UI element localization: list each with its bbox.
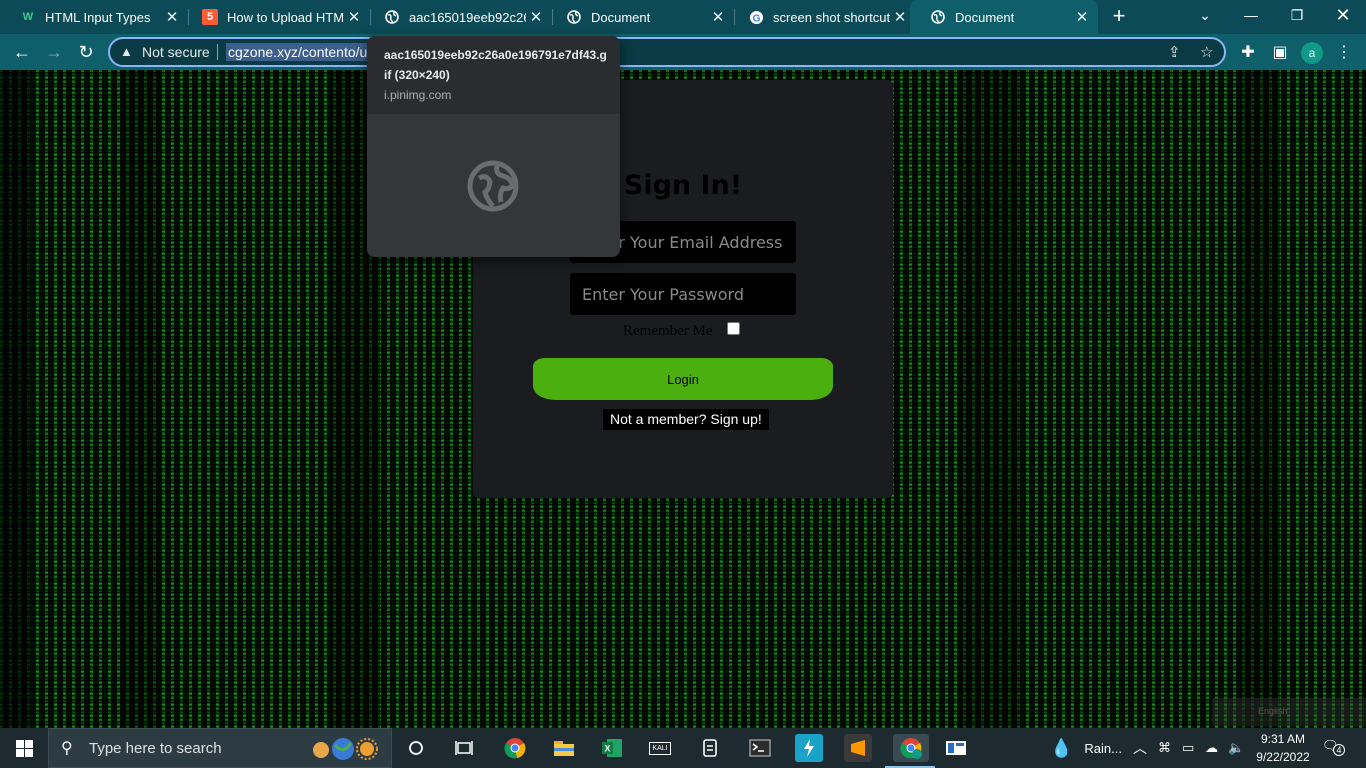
tab-title: screen shot shortcut - [773, 9, 890, 25]
task-view-icon[interactable] [450, 734, 478, 762]
new-tab-button[interactable]: + [1108, 5, 1130, 28]
svg-text:X: X [604, 744, 610, 754]
address-bar[interactable]: ▲ Not secure cgzone.xyz/contento/u ⇪ ☆ [108, 37, 1226, 67]
background-shade [120, 70, 160, 728]
start-button[interactable] [0, 728, 48, 768]
taskbar: ⚲ Type here to search X KALI 💧 Rain... ︿… [0, 728, 1366, 768]
background-shade [960, 70, 1020, 728]
rain-icon: 💧 [1050, 737, 1073, 758]
clock-time: 9:31 AM [1260, 732, 1306, 746]
system-clock[interactable]: 9:31 AM 9/22/2022 [1248, 730, 1318, 766]
close-icon[interactable]: ✕ [1072, 7, 1092, 27]
side-panel-icon[interactable]: ▣ [1268, 40, 1292, 64]
tab-title: aac165019eeb92c26a [409, 9, 526, 25]
html-icon: 5 [202, 9, 218, 25]
meet-now-icon[interactable]: ⌘ [1158, 728, 1171, 768]
kali-label: KALI [649, 741, 671, 755]
kali-icon[interactable]: KALI [646, 734, 674, 762]
profile-avatar[interactable]: a [1301, 42, 1323, 64]
notification-count: 4 [1333, 744, 1345, 756]
search-icon: ⚲ [61, 740, 73, 757]
close-icon[interactable]: ✕ [890, 7, 910, 27]
forward-button[interactable]: → [41, 39, 67, 65]
remember-me-label: Remember Me [623, 323, 713, 339]
globe-icon [467, 160, 519, 212]
tab-title: HTML Input Types [45, 9, 151, 25]
w-icon: W [22, 11, 34, 23]
security-label[interactable]: Not secure [142, 44, 210, 60]
tab-document-1[interactable]: Document ✕ [546, 0, 734, 34]
reload-button[interactable]: ↻ [73, 39, 99, 65]
app-icon[interactable] [696, 734, 724, 762]
file-explorer-icon[interactable] [550, 734, 578, 762]
extensions-icon[interactable]: ✚ [1236, 40, 1260, 64]
close-icon[interactable]: ✕ [526, 7, 546, 27]
notifications-button[interactable]: 🗨 4 [1322, 738, 1345, 758]
network-icon[interactable]: ▭ [1182, 728, 1194, 768]
tab-title: How to Upload HTML [227, 9, 344, 25]
search-highlight-icon [313, 738, 378, 760]
weather-widget[interactable]: 💧 Rain... [1050, 728, 1122, 768]
tab-screenshot-shortcut[interactable]: G screen shot shortcut - ✕ [728, 0, 916, 34]
globe-icon [566, 9, 582, 25]
google-icon: G [748, 9, 764, 25]
tab-hover-card: aac165019eeb92c26a0e196791e7df43.gif (32… [367, 36, 620, 257]
taskbar-search-box[interactable]: ⚲ Type here to search [48, 728, 392, 768]
sublime-text-icon[interactable] [844, 734, 872, 762]
language-label: English [1258, 706, 1288, 716]
tab-search-button[interactable]: ⌄ [1182, 0, 1228, 30]
globe-icon [384, 9, 400, 25]
volume-icon[interactable]: 🔈 [1228, 728, 1244, 768]
menu-icon[interactable]: ⋮ [1332, 40, 1356, 64]
hover-card-header: aac165019eeb92c26a0e196791e7df43.gif (32… [367, 36, 620, 114]
power-automate-icon[interactable] [795, 734, 823, 762]
chrome-icon[interactable] [501, 734, 529, 762]
hover-card-preview [367, 114, 620, 257]
language-badge: English [1212, 698, 1366, 726]
chrome-profile-icon[interactable] [893, 734, 929, 762]
tab-title: Document [591, 9, 651, 25]
warning-icon: ▲ [120, 44, 133, 59]
url-text[interactable]: cgzone.xyz/contento/u [226, 43, 370, 61]
remember-me-checkbox[interactable] [727, 322, 740, 335]
weather-text: Rain... [1084, 740, 1122, 756]
browser-toolbar: ← → ↻ ▲ Not secure cgzone.xyz/contento/u… [0, 34, 1366, 70]
hover-card-host: i.pinimg.com [384, 88, 452, 102]
bookmark-star-icon[interactable]: ☆ [1200, 43, 1213, 61]
close-icon[interactable]: ✕ [344, 7, 364, 27]
terminal-icon[interactable] [746, 734, 774, 762]
background-shade [1240, 70, 1280, 728]
page-content: Sign In! Remember Me Login Not a member?… [0, 70, 1366, 728]
tab-how-to-upload[interactable]: 5 How to Upload HTML ✕ [182, 0, 370, 34]
tab-gif-image[interactable]: aac165019eeb92c26a ✕ [364, 0, 552, 34]
share-icon[interactable]: ⇪ [1168, 43, 1181, 61]
close-icon[interactable]: ✕ [708, 7, 728, 27]
tab-strip: W HTML Input Types ✕ 5 How to Upload HTM… [0, 0, 1366, 34]
clock-date: 9/22/2022 [1256, 750, 1310, 764]
hover-card-title: aac165019eeb92c26a0e196791e7df43.gif (32… [384, 48, 607, 82]
tab-document-2[interactable]: Document ✕ [910, 0, 1098, 34]
window-icon[interactable] [942, 734, 970, 762]
tab-title: Document [955, 9, 1015, 25]
password-input[interactable] [570, 273, 796, 315]
onedrive-icon[interactable]: ☁ [1205, 728, 1218, 768]
address-divider [217, 44, 218, 60]
cortana-icon[interactable] [402, 734, 430, 762]
close-window-button[interactable]: ✕ [1320, 0, 1366, 30]
minimize-button[interactable]: — [1228, 0, 1274, 30]
signup-link[interactable]: Not a member? Sign up! [603, 409, 769, 430]
tab-html-input-types[interactable]: W HTML Input Types ✕ [0, 0, 188, 34]
globe-icon [930, 9, 946, 25]
close-icon[interactable]: ✕ [162, 7, 182, 27]
svg-text:G: G [752, 13, 760, 24]
windows-icon [15, 739, 33, 757]
search-placeholder: Type here to search [89, 739, 222, 757]
login-button[interactable]: Login [533, 358, 833, 400]
back-button[interactable]: ← [9, 39, 35, 65]
excel-icon[interactable]: X [598, 734, 626, 762]
show-hidden-icons-button[interactable]: ︿ [1133, 728, 1147, 768]
restore-button[interactable]: ❐ [1274, 0, 1320, 30]
background-shade [0, 70, 30, 728]
